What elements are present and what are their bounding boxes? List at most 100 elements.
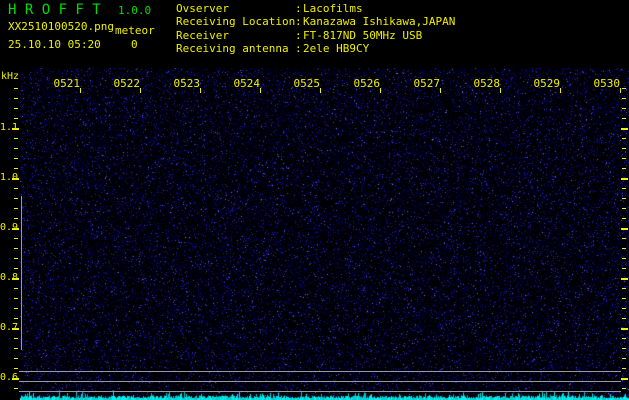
calibration-line-1 xyxy=(19,371,621,372)
minute-tick xyxy=(80,88,81,93)
info-separator: : xyxy=(295,42,302,56)
freq-major-tick xyxy=(12,128,19,130)
info-value: 2ele HB9CY xyxy=(303,42,370,56)
freq-minor-tick xyxy=(622,208,626,209)
freq-minor-tick xyxy=(14,148,18,149)
minute-tick xyxy=(620,88,621,93)
time-tick-label: 0527 xyxy=(413,77,441,90)
meteor-count-label: meteor xyxy=(115,24,155,37)
freq-minor-tick xyxy=(622,298,626,299)
freq-minor-tick xyxy=(14,308,18,309)
meteor-count-value: 0 xyxy=(131,38,138,51)
info-label: Ovserver xyxy=(176,2,229,15)
freq-minor-tick xyxy=(14,338,18,339)
app-version: 1.0.0 xyxy=(118,4,152,17)
freq-minor-tick xyxy=(14,118,18,119)
freq-minor-tick xyxy=(622,108,626,109)
freq-minor-tick xyxy=(14,158,18,159)
freq-minor-tick xyxy=(14,188,18,189)
freq-minor-tick xyxy=(622,98,626,99)
freq-minor-tick xyxy=(622,168,626,169)
info-value: FT-817ND 50MHz USB xyxy=(303,28,423,42)
minute-tick xyxy=(560,88,561,93)
freq-axis-unit-label: kHz xyxy=(1,71,20,82)
freq-minor-tick xyxy=(14,288,18,289)
left-edge-marker-line xyxy=(21,196,22,350)
app-title: H R O F F T xyxy=(8,2,101,18)
time-tick-label: 0530 xyxy=(593,77,621,90)
freq-major-tick xyxy=(12,378,19,380)
freq-minor-tick xyxy=(14,208,18,209)
receiver-info-row: Receiving antenna:2ele HB9CY xyxy=(176,42,455,55)
freq-minor-tick xyxy=(14,368,18,369)
time-tick-label: 0524 xyxy=(233,77,261,90)
observation-datetime: 25.10.10 05:20 xyxy=(8,38,101,51)
info-separator: : xyxy=(295,15,302,29)
freq-minor-tick xyxy=(14,268,18,269)
freq-major-tick xyxy=(12,228,19,230)
time-tick-label: 0529 xyxy=(533,77,561,90)
freq-minor-tick xyxy=(14,348,18,349)
minute-tick xyxy=(380,88,381,93)
freq-minor-tick xyxy=(14,238,18,239)
minute-tick xyxy=(440,88,441,93)
freq-major-tick xyxy=(621,328,628,330)
freq-minor-tick xyxy=(622,238,626,239)
freq-minor-tick xyxy=(14,218,18,219)
freq-minor-tick xyxy=(14,318,18,319)
minute-tick xyxy=(140,88,141,93)
freq-minor-tick xyxy=(14,108,18,109)
minute-tick xyxy=(200,88,201,93)
info-label: Receiver xyxy=(176,28,229,42)
freq-minor-tick xyxy=(622,158,626,159)
freq-minor-tick xyxy=(622,388,626,389)
freq-minor-tick xyxy=(14,138,18,139)
freq-major-tick xyxy=(12,328,19,330)
info-label: Receiving Location xyxy=(176,15,296,29)
info-label: Receiving antenna xyxy=(176,42,289,56)
freq-minor-tick xyxy=(622,198,626,199)
output-filename: XX2510100520.png xyxy=(8,20,114,33)
receiver-info-row: Receiving Location:Kanazawa Ishikawa,JAP… xyxy=(176,15,455,28)
freq-minor-tick xyxy=(14,198,18,199)
freq-minor-tick xyxy=(14,88,18,89)
freq-minor-tick xyxy=(622,318,626,319)
freq-minor-tick xyxy=(622,308,626,309)
info-value: Lacofilms xyxy=(303,2,363,15)
time-tick-label: 0525 xyxy=(293,77,321,90)
minute-tick xyxy=(260,88,261,93)
freq-minor-tick xyxy=(622,218,626,219)
freq-minor-tick xyxy=(14,168,18,169)
info-separator: : xyxy=(295,28,302,42)
freq-major-tick xyxy=(12,278,19,280)
freq-minor-tick xyxy=(622,148,626,149)
minute-tick xyxy=(500,88,501,93)
time-tick-label: 0528 xyxy=(473,77,501,90)
receiver-info-row: Ovserver:Lacofilms xyxy=(176,2,455,15)
receiver-info-row: Receiver:FT-817ND 50MHz USB xyxy=(176,29,455,42)
freq-major-tick xyxy=(621,228,628,230)
freq-minor-tick xyxy=(622,248,626,249)
info-separator: : xyxy=(295,2,302,15)
minute-tick xyxy=(320,88,321,93)
spectrogram-canvas xyxy=(20,68,629,400)
time-tick-label: 0522 xyxy=(113,77,141,90)
hrofft-window: H R O F F T 1.0.0 XX2510100520.png meteo… xyxy=(0,0,629,400)
info-value: Kanazawa Ishikawa,JAPAN xyxy=(303,15,456,29)
freq-minor-tick xyxy=(14,388,18,389)
freq-minor-tick xyxy=(622,368,626,369)
freq-minor-tick xyxy=(622,118,626,119)
freq-minor-tick xyxy=(622,188,626,189)
freq-minor-tick xyxy=(622,288,626,289)
freq-major-tick xyxy=(621,278,628,280)
time-tick-label: 0523 xyxy=(173,77,201,90)
freq-minor-tick xyxy=(622,338,626,339)
freq-minor-tick xyxy=(622,138,626,139)
calibration-line-3 xyxy=(19,391,621,392)
time-tick-label: 0526 xyxy=(353,77,381,90)
freq-minor-tick xyxy=(14,248,18,249)
freq-minor-tick xyxy=(14,258,18,259)
freq-major-tick xyxy=(12,178,19,180)
freq-minor-tick xyxy=(622,358,626,359)
freq-major-tick xyxy=(621,378,628,380)
